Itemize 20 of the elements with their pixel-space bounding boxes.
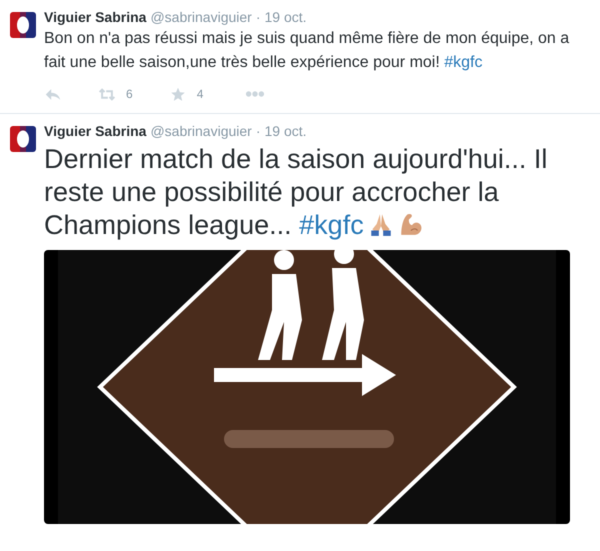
reply-icon[interactable] bbox=[44, 86, 62, 102]
avatar-icon[interactable] bbox=[10, 12, 36, 38]
retweet-count: 6 bbox=[126, 87, 133, 101]
more-icon[interactable] bbox=[245, 90, 266, 98]
tweet-date[interactable]: 19 oct. bbox=[264, 9, 307, 25]
hashtag-link[interactable]: #kgfc bbox=[444, 54, 482, 71]
tweet-date[interactable]: 19 oct. bbox=[264, 123, 307, 139]
star-icon[interactable] bbox=[168, 86, 187, 102]
hashtag-link[interactable]: #kgfc bbox=[299, 210, 364, 240]
user-name[interactable]: Viguier Sabrina bbox=[44, 123, 146, 139]
user-handle[interactable]: @sabrinaviguier bbox=[150, 123, 252, 139]
user-name[interactable]: Viguier Sabrina bbox=[44, 9, 146, 25]
separator-dot: · bbox=[256, 123, 260, 139]
tweet-text: Dernier match de la saison aujourd'hui... Il reste une possibilité pour accrocher la Champions league... #kgfc bbox=[44, 143, 548, 242]
tweet-text: Bon on n'a pas réussi mais je suis quand même fière de mon équipe, on a fait une belle saison,une très belle expérience pour moi! #kgfc bbox=[44, 29, 570, 73]
retweet-icon[interactable] bbox=[98, 86, 116, 102]
separator-dot: · bbox=[256, 9, 260, 25]
avatar-icon[interactable] bbox=[10, 126, 36, 152]
user-handle[interactable]: @sabrinaviguier bbox=[150, 9, 252, 25]
favorite-count: 4 bbox=[196, 87, 204, 101]
